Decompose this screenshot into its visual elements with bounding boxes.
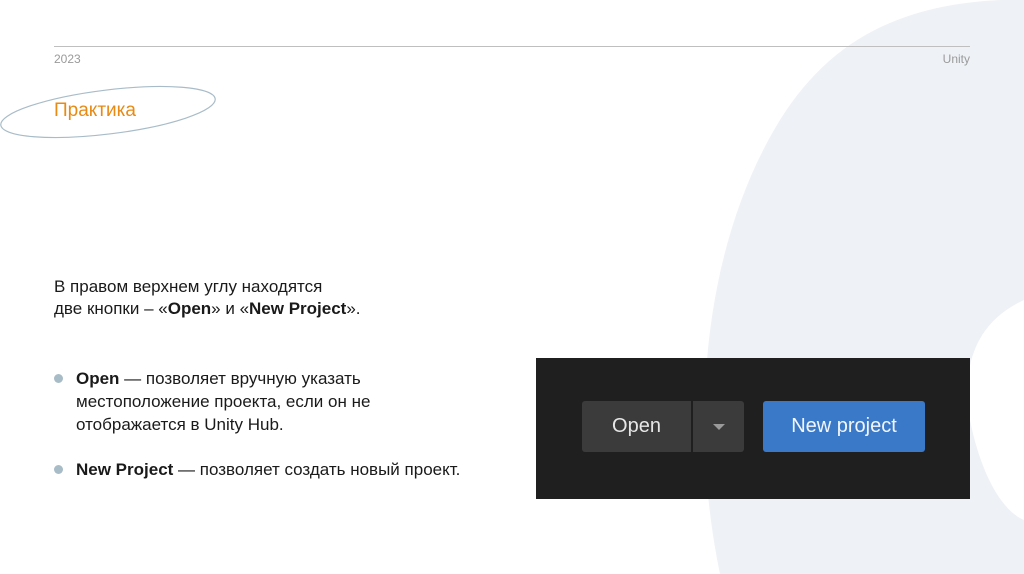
unity-hub-screenshot: Open New project: [536, 358, 970, 499]
intro-line-1: В правом верхнем углу находятся: [54, 277, 323, 296]
bullet-text: позволяет создать новый проект.: [199, 460, 461, 479]
bullet-dash: —: [119, 369, 146, 388]
bullet-list: Open — позволяет вручную указать местопо…: [54, 367, 474, 503]
intro-open-term: Open: [167, 299, 212, 318]
bullet-dash: —: [173, 460, 200, 479]
bullet-dot-icon: [54, 374, 63, 383]
bullet-term: New Project: [76, 460, 174, 479]
open-button[interactable]: Open: [582, 401, 691, 452]
intro-line-2: две кнопки – «Open» и «New Project».: [54, 298, 361, 320]
intro-line-2-mid: » и «: [211, 299, 250, 318]
intro-line-2-end: ».: [346, 299, 361, 318]
header-divider: [54, 46, 970, 47]
bullet-open: Open — позволяет вручную указать местопо…: [54, 367, 474, 436]
new-project-button[interactable]: New project: [763, 401, 925, 452]
intro-line-2-start: две кнопки – «: [54, 299, 168, 318]
intro-new-project-term: New Project: [249, 299, 347, 318]
intro-text: В правом верхнем углу находятся две кноп…: [54, 276, 361, 320]
header-brand: Unity: [942, 52, 970, 66]
bullet-new-project: New Project — позволяет создать новый пр…: [54, 458, 474, 481]
chevron-down-icon: [712, 423, 725, 430]
header-year: 2023: [54, 52, 81, 66]
open-dropdown-button[interactable]: [693, 401, 744, 452]
bullet-dot-icon: [54, 465, 63, 474]
section-title: Практика: [54, 100, 136, 121]
bullet-term: Open: [76, 369, 120, 388]
